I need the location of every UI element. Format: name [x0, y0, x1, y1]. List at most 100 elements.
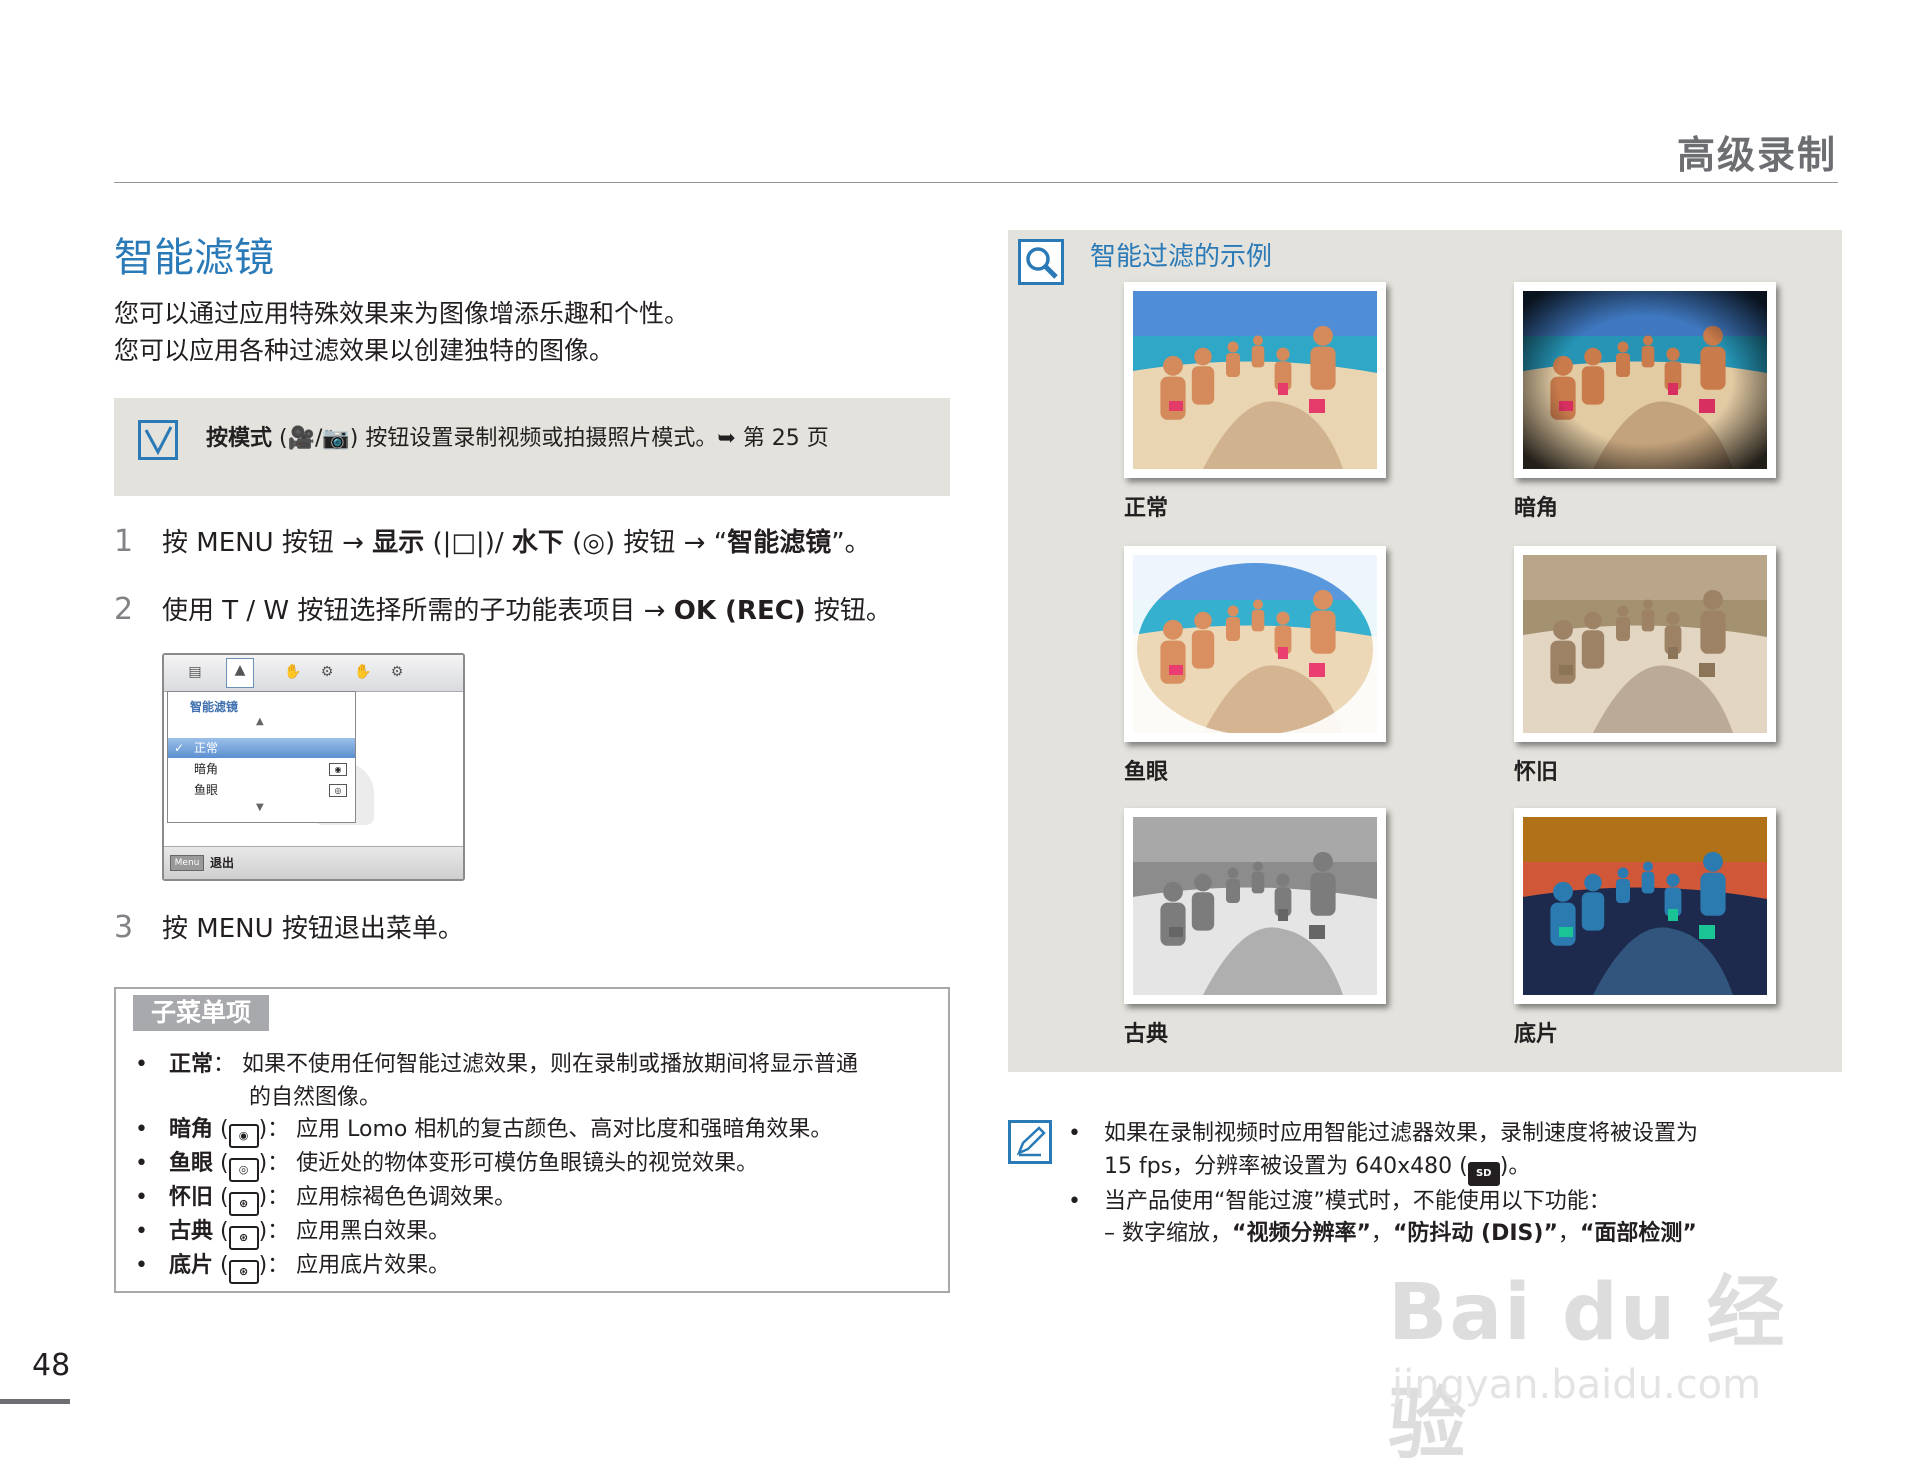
- bw-icon: ⊛: [228, 1226, 259, 1250]
- submenu-item-name: 底片: [169, 1253, 214, 1278]
- negative-icon: ⊛: [228, 1260, 259, 1284]
- bottom-notes: • 如果在录制视频时应用智能过滤器效果，录制速度将被设置为 15 fps，分辨率被…: [1064, 1118, 1804, 1251]
- step-1: 1 按 MENU 按钮 → 显示 (|□|)/ 水下 (◎) 按钮 → “智能滤镜…: [114, 522, 871, 559]
- note-bold: 按模式: [206, 426, 273, 451]
- step-text: 按 MENU 按钮退出菜单。: [162, 914, 464, 944]
- page-title: 智能滤镜: [114, 235, 274, 281]
- examples-title: 智能过滤的示例: [1090, 242, 1273, 272]
- note-bold: “面部检测”: [1579, 1221, 1697, 1246]
- step-text: (◎) 按钮 → “: [563, 528, 728, 558]
- bullet: •: [135, 1253, 148, 1278]
- example-caption: 鱼眼: [1124, 760, 1169, 785]
- menu-item-fisheye[interactable]: 鱼眼 ◎: [168, 780, 355, 800]
- note-text: 按模式 (🎥/📷) 按钮设置录制视频或拍摄照片模式。➥ 第 25 页: [206, 420, 829, 452]
- menu-header: 智能滤镜: [190, 700, 239, 714]
- submenu-tag: 子菜单项: [133, 995, 269, 1031]
- submenu-item-desc: 应用 Lomo 相机的复古颜色、高对比度和强暗角效果。: [296, 1117, 833, 1142]
- watermark-url: jingyan.baidu.com: [1392, 1362, 1762, 1408]
- menu-item-label: 暗角: [194, 762, 219, 776]
- example-caption: 怀旧: [1514, 760, 1559, 785]
- bullet: •: [135, 1219, 148, 1244]
- submenu-item-desc: 如果不使用任何智能过滤效果，则在录制或播放期间将显示普通: [242, 1052, 859, 1077]
- note-item-2: • 当产品使用“智能过渡”模式时，不能使用以下功能：: [1064, 1186, 1804, 1219]
- example-caption: 正常: [1124, 496, 1169, 521]
- vignette-icon: ◉: [228, 1124, 259, 1148]
- note-text: – 数字缩放，: [1104, 1221, 1232, 1246]
- submenu-item-desc: 应用底片效果。: [296, 1253, 451, 1278]
- menu-tab-icon[interactable]: ▤: [182, 661, 208, 683]
- note-bold: “视频分辨率”: [1232, 1221, 1371, 1246]
- menu-tab-icon[interactable]: ✋: [280, 661, 306, 683]
- bullet: •: [135, 1151, 148, 1176]
- scroll-down-icon[interactable]: ▼: [256, 802, 264, 813]
- bullet: •: [1068, 1121, 1081, 1146]
- example-photo-frame: [1124, 808, 1386, 1004]
- note-paren-open: (: [272, 426, 288, 451]
- note-body: 按钮设置录制视频或拍摄照片模式。: [365, 426, 718, 451]
- step-bold: 智能滤镜: [727, 528, 832, 558]
- step-text: 按钮。: [805, 596, 892, 626]
- submenu-item-desc: 使近处的物体变形可模仿鱼眼镜头的视觉效果。: [296, 1151, 759, 1176]
- example-photo-frame: [1514, 282, 1776, 478]
- menu-tab-icon-active[interactable]: ▲: [226, 658, 254, 688]
- note-text: ，: [1370, 1221, 1393, 1246]
- menu-screenshot: ▤ ▲ ✋ ⚙ ✋ ⚙ 智能滤镜 ▲ ✓ 正常 暗角 ◉ 鱼眼 ◎ ▼ Menu …: [162, 653, 465, 881]
- submenu-item-desc-cont: 的自然图像。: [249, 1084, 382, 1110]
- submenu-item-name: 正常: [169, 1052, 214, 1077]
- step-number: 3: [114, 910, 134, 945]
- menu-item-normal[interactable]: ✓ 正常: [168, 738, 355, 758]
- header-rule: [114, 182, 1838, 183]
- menu-tab-icon[interactable]: ⚙: [384, 661, 410, 683]
- submenu-item-negative: • 底片 (⊛)： 应用底片效果。: [133, 1250, 933, 1284]
- example-caption: 古典: [1124, 1022, 1169, 1047]
- submenu-item-desc: 应用棕褐色色调效果。: [296, 1185, 517, 1210]
- step-text: (|□|)/: [424, 528, 512, 558]
- menu-item-label: 鱼眼: [194, 783, 219, 797]
- magnifier-icon: [1018, 239, 1064, 285]
- menu-tab-icon[interactable]: ✋: [350, 661, 376, 683]
- menu-item-vignette[interactable]: 暗角 ◉: [168, 759, 355, 779]
- fisheye-icon: ◎: [329, 784, 347, 797]
- intro-line-1: 您可以通过应用特殊效果来为图像增添乐趣和个性。: [114, 299, 690, 328]
- page-number: 48: [32, 1348, 71, 1383]
- sd-icon: SD: [1467, 1161, 1500, 1186]
- example-photo-negative: [1523, 817, 1767, 995]
- submenu-item-name: 暗角: [169, 1117, 214, 1142]
- menu-tab-bar: ▤ ▲ ✋ ⚙ ✋ ⚙: [164, 655, 463, 692]
- step-text: 使用 T / W 按钮选择所需的子功能表项目 →: [162, 596, 674, 626]
- submenu-list: • 正常： 如果不使用任何智能过滤效果，则在录制或播放期间将显示普通 的自然图像。…: [133, 1049, 933, 1284]
- example-photo-frame: [1514, 546, 1776, 742]
- sepia-icon: ⊛: [228, 1192, 259, 1216]
- exit-label[interactable]: 退出: [210, 854, 234, 871]
- intro-line-2: 您可以应用各种过滤效果以创建独特的图像。: [114, 336, 615, 365]
- bullet: •: [1068, 1188, 1081, 1214]
- submenu-item-desc: 应用黑白效果。: [296, 1219, 451, 1244]
- example-photo-frame: [1124, 546, 1386, 742]
- step-bold: 水下: [511, 528, 564, 558]
- note-item-1: • 如果在录制视频时应用智能过滤器效果，录制速度将被设置为 15 fps，分辨率被…: [1064, 1118, 1804, 1186]
- note-paren-close: ): [349, 426, 366, 451]
- menu-tab-icon[interactable]: ⚙: [314, 661, 340, 683]
- submenu-item-normal: • 正常： 如果不使用任何智能过滤效果，则在录制或播放期间将显示普通 的自然图像。: [133, 1049, 933, 1114]
- note-text: 当产品使用“智能过渡”模式时，不能使用以下功能：: [1104, 1188, 1611, 1214]
- step-text: 按 MENU 按钮 →: [162, 528, 373, 558]
- submenu-item-bw: • 古典 (⊛)： 应用黑白效果。: [133, 1216, 933, 1250]
- example-photo-frame: [1514, 808, 1776, 1004]
- submenu-item-vignette: • 暗角 (◉)： 应用 Lomo 相机的复古颜色、高对比度和强暗角效果。: [133, 1114, 933, 1148]
- menu-item-label: 正常: [194, 741, 219, 755]
- example-photo-sepia: [1523, 555, 1767, 733]
- example-photo-vignette: [1523, 291, 1767, 469]
- step-bold: 显示: [372, 528, 425, 558]
- example-caption: 暗角: [1514, 496, 1559, 521]
- mode-icons: 🎥/📷: [287, 426, 350, 451]
- menu-button-icon[interactable]: Menu: [170, 855, 204, 871]
- example-photo-bw: [1133, 817, 1377, 995]
- note-item-3: – 数字缩放，“视频分辨率”，“防抖动 (DIS)”，“面部检测”: [1064, 1218, 1804, 1251]
- scroll-up-icon[interactable]: ▲: [256, 716, 264, 727]
- note-bold: “防抖动 (DIS)”: [1392, 1221, 1558, 1246]
- bullet: •: [135, 1052, 148, 1077]
- fisheye-icon: ◎: [228, 1158, 259, 1182]
- page-ref-link[interactable]: ➥ 第 25 页: [717, 426, 828, 451]
- example-photo-frame: [1124, 282, 1386, 478]
- menu-footer: Menu 退出: [164, 846, 463, 879]
